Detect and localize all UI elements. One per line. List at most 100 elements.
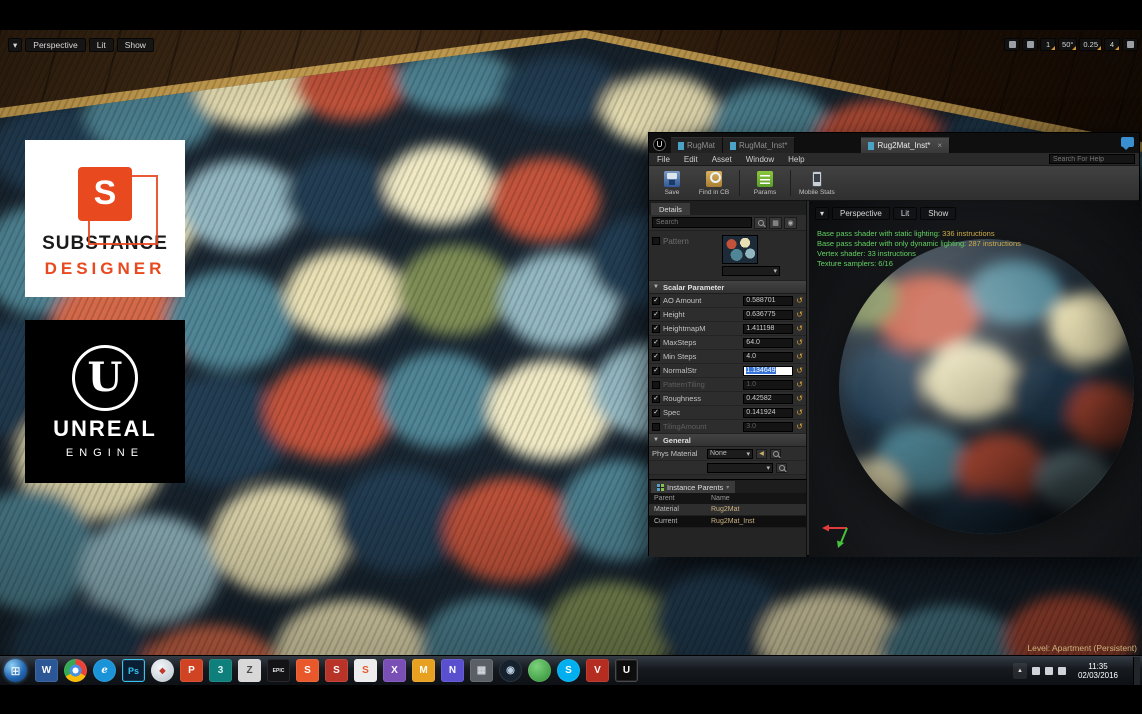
vray-icon[interactable]: V (586, 659, 609, 682)
powerpoint-icon[interactable]: P (180, 659, 203, 682)
translate-snap-button[interactable]: 1 (1040, 38, 1057, 51)
param-value-field[interactable]: 1.411198 (743, 323, 794, 334)
reset-to-default-icon[interactable]: ↺ (796, 310, 803, 319)
param-value-field[interactable]: 3.0 (743, 421, 794, 432)
view-options-icon[interactable] (1022, 38, 1039, 51)
general-header[interactable]: ▼ General (649, 434, 806, 447)
scalar-parameter-header[interactable]: ▼ Scalar Parameter (649, 281, 806, 294)
show-flags-button[interactable]: Show (116, 38, 154, 52)
internet-explorer-icon[interactable]: e (93, 659, 116, 682)
close-tab-icon[interactable]: × (937, 141, 942, 150)
reset-to-default-icon[interactable]: ↺ (796, 394, 803, 403)
camera-speed-button[interactable]: 4 (1104, 38, 1120, 51)
substance-painter-icon[interactable]: S (296, 659, 319, 682)
lit-mode-button[interactable]: Lit (892, 207, 918, 220)
texture-param-checkbox[interactable] (652, 237, 660, 245)
param-checkbox[interactable]: ✓ (652, 394, 660, 403)
menu-edit[interactable]: Edit (684, 155, 698, 164)
reset-to-default-icon[interactable]: ↺ (796, 338, 803, 347)
param-checkbox[interactable]: ✓ (652, 366, 660, 375)
instance-parent-row-current[interactable]: Current Rug2Mat_Inst (649, 516, 806, 528)
reset-to-default-icon[interactable]: ↺ (796, 366, 803, 375)
mobile-stats-button[interactable]: Mobile Stats (799, 170, 835, 196)
param-checkbox[interactable] (652, 422, 660, 431)
tab-rug2mat-inst[interactable]: Rug2Mat_Inst* × (861, 137, 951, 153)
notification-icon[interactable] (1058, 666, 1066, 675)
viewport-options-dropdown[interactable]: ▾ (8, 38, 23, 52)
zbrush-icon[interactable]: Z (238, 659, 261, 682)
epic-games-icon[interactable]: EPIC (267, 659, 290, 682)
find-in-cb-button[interactable]: Find in CB (697, 170, 731, 196)
show-desktop-button[interactable] (1133, 656, 1140, 685)
param-checkbox[interactable]: ✓ (652, 338, 660, 347)
show-hidden-icons-button[interactable]: ▲ (1013, 662, 1027, 679)
rotate-snap-button[interactable]: 50° (1058, 38, 1078, 51)
network-icon[interactable] (1032, 666, 1040, 675)
details-tab[interactable]: Details (651, 203, 690, 215)
show-flags-button[interactable]: Show (920, 207, 957, 220)
param-checkbox[interactable] (652, 380, 660, 389)
ndo-icon[interactable]: N (441, 659, 464, 682)
viewport-options-dropdown[interactable]: ▾ (815, 207, 830, 220)
lit-mode-button[interactable]: Lit (88, 38, 114, 52)
taskbar-clock[interactable]: 11:35 02/03/2016 (1071, 662, 1125, 680)
search-icon[interactable] (754, 216, 767, 229)
param-value-field[interactable]: 64.0 (743, 337, 794, 348)
tab-rugmat-inst[interactable]: RugMat_Inst* (723, 137, 796, 153)
phys-material-dropdown[interactable]: None ▾ (707, 448, 753, 459)
menu-window[interactable]: Window (746, 155, 774, 164)
reset-to-default-icon[interactable]: ↺ (796, 408, 803, 417)
menu-help[interactable]: Help (788, 155, 804, 164)
substance-b2m-icon[interactable]: S (325, 659, 348, 682)
params-button[interactable]: Params (748, 170, 782, 196)
reset-to-default-icon[interactable]: ↺ (796, 352, 803, 361)
cube-app-icon[interactable]: ▦ (470, 659, 493, 682)
tab-rugmat[interactable]: RugMat (671, 137, 724, 153)
chrome-icon[interactable] (64, 659, 87, 682)
search-asset-icon[interactable] (776, 462, 787, 473)
reset-to-default-icon[interactable]: ↺ (796, 422, 803, 431)
word-icon[interactable]: W (35, 659, 58, 682)
param-value-field[interactable]: 0.42582 (743, 393, 794, 404)
xnormal-icon[interactable]: X (383, 659, 406, 682)
menu-asset[interactable]: Asset (712, 155, 732, 164)
feedback-bubble-icon[interactable] (1121, 137, 1134, 150)
use-selected-asset-icon[interactable]: ◀ (756, 448, 767, 459)
skype-icon[interactable]: S (557, 659, 580, 682)
volume-icon[interactable] (1045, 666, 1053, 675)
save-button[interactable]: Save (655, 170, 689, 196)
perspective-button[interactable]: Perspective (25, 38, 86, 52)
mail-icon[interactable]: M (412, 659, 435, 682)
maximize-viewport-icon[interactable] (1122, 38, 1138, 51)
param-value-field[interactable]: 0.636775 (743, 309, 794, 320)
asset-dropdown[interactable]: ▾ (707, 462, 773, 473)
details-search-input[interactable] (652, 217, 752, 228)
param-value-field-editing[interactable]: 1.134649 (743, 365, 794, 376)
start-button[interactable]: ⊞ (4, 659, 27, 682)
param-value-field[interactable]: 4.0 (743, 351, 794, 362)
param-checkbox[interactable]: ✓ (652, 352, 660, 361)
reset-to-default-icon[interactable]: ↺ (796, 296, 803, 305)
help-search-input[interactable] (1049, 154, 1135, 164)
texture-thumbnail[interactable] (722, 235, 758, 264)
param-value-field[interactable]: 0.141924 (743, 407, 794, 418)
material-preview-viewport[interactable]: ▾ Perspective Lit Show Base pass shader … (809, 201, 1141, 557)
photoshop-icon[interactable]: Ps (122, 659, 145, 682)
param-checkbox[interactable]: ✓ (652, 324, 660, 333)
substance-designer-icon[interactable]: S (354, 659, 377, 682)
texture-asset-dropdown[interactable]: ▾ (722, 266, 780, 276)
3dsmax-icon[interactable]: 3 (209, 659, 232, 682)
instance-parents-tab[interactable]: Instance Parents ▾ (651, 481, 736, 493)
scale-snap-button[interactable]: 0.25 (1079, 38, 1102, 51)
param-checkbox[interactable]: ✓ (652, 408, 660, 417)
reset-to-default-icon[interactable]: ↺ (796, 380, 803, 389)
param-value-field[interactable]: 0.588701 (743, 295, 794, 306)
green-app-icon[interactable] (528, 659, 551, 682)
joystick-icon[interactable] (1004, 38, 1021, 51)
param-checkbox[interactable]: ✓ (652, 310, 660, 319)
preview-sphere[interactable] (839, 239, 1134, 534)
reset-to-default-icon[interactable]: ↺ (796, 324, 803, 333)
perspective-button[interactable]: Perspective (832, 207, 890, 220)
compass-icon[interactable]: ◆ (151, 659, 174, 682)
steam-icon[interactable]: ◉ (499, 659, 522, 682)
